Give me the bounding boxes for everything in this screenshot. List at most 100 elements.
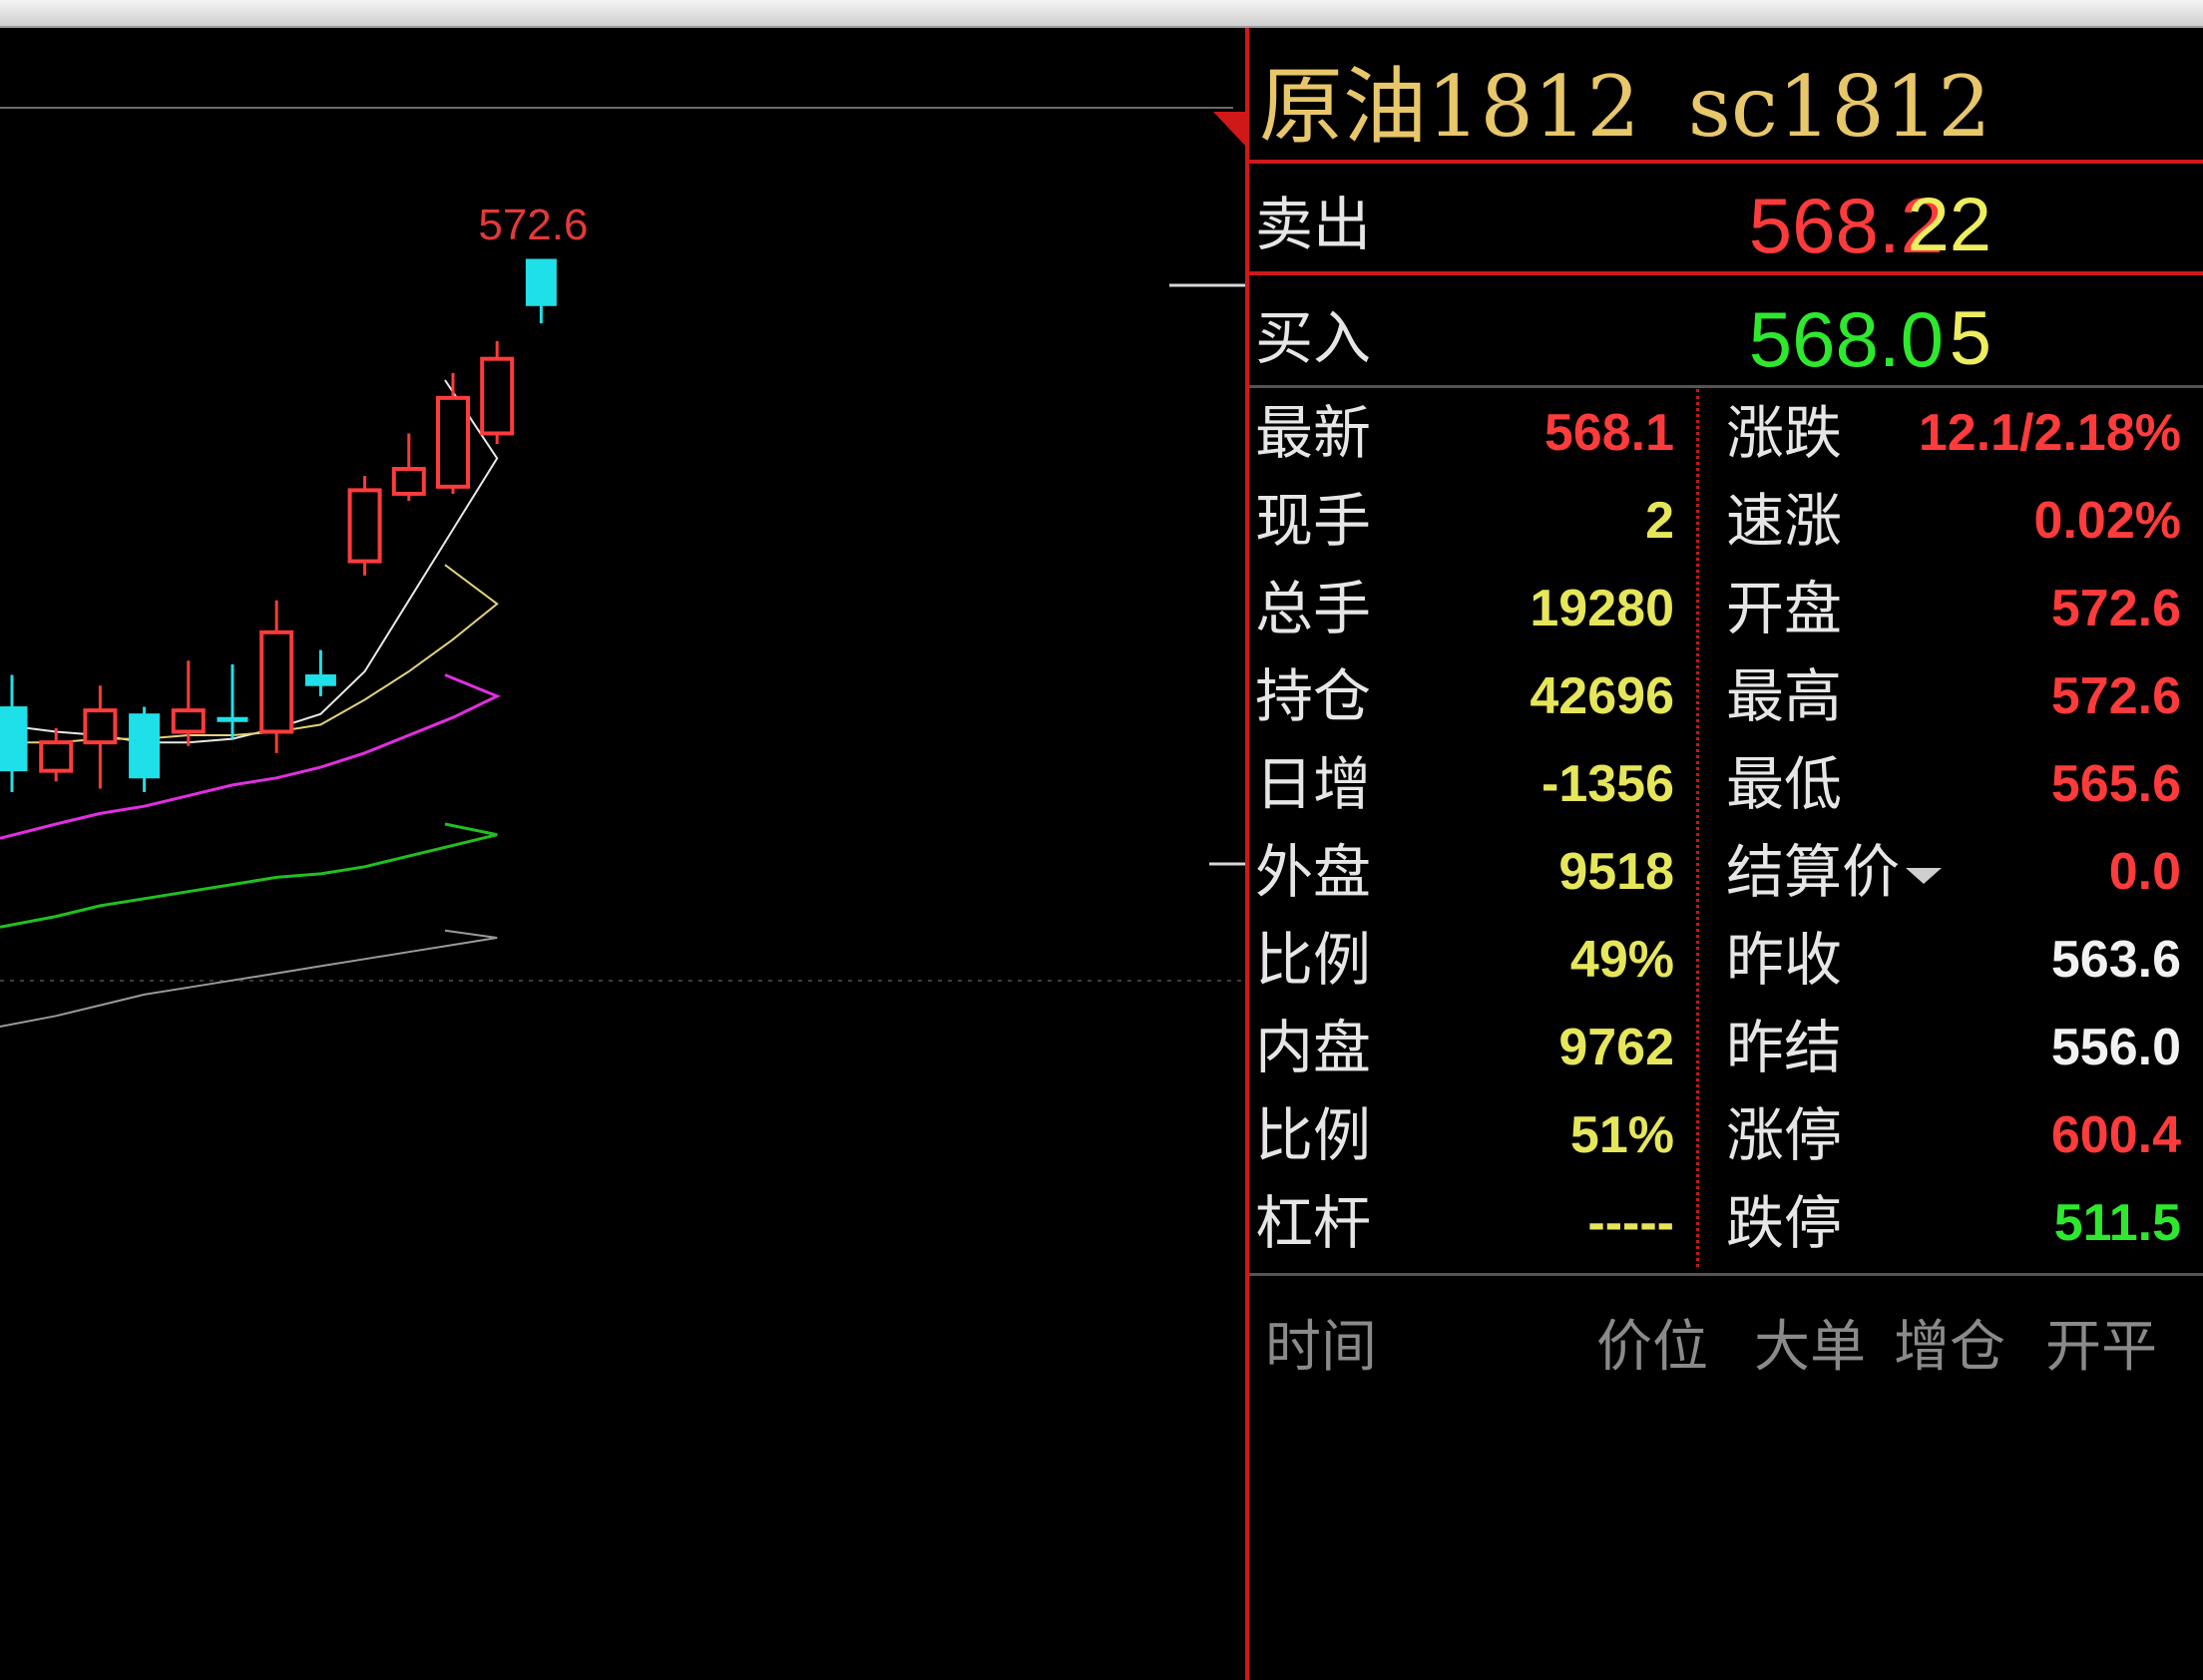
stat-value: 565.6 (2050, 755, 2181, 813)
stat-value: 12.1/2.18% (1918, 404, 2181, 462)
stat-value: ----- (1587, 1194, 1674, 1252)
stat-label: 内盘 (1255, 1014, 1372, 1081)
trades-header: 时间 价位 大单 增仓 开平 (1249, 1303, 2203, 1393)
stat-value: 51% (1569, 1106, 1674, 1164)
candle (525, 258, 557, 324)
stat-label: 最新 (1255, 399, 1372, 467)
candle (129, 706, 161, 792)
stat-row: 总手 19280 开盘 572.6 (1249, 565, 2203, 652)
stat-row: 内盘 9762 昨结 556.0 (1249, 1004, 2203, 1091)
stat-label[interactable]: 结算价 (1726, 828, 1943, 916)
ma-line-ma60 (0, 929, 498, 1028)
candle (0, 674, 28, 792)
stat-value: 0.02% (2033, 492, 2181, 550)
candle (83, 685, 118, 789)
trades-col-big-order[interactable]: 大单 (1754, 1303, 1866, 1393)
stat-label: 速涨 (1726, 487, 1843, 555)
candle-body (391, 467, 426, 496)
candle (171, 660, 206, 746)
candle-body (39, 740, 74, 773)
candle-body (480, 356, 515, 436)
stat-row: 杠杆 ----- 跌停 511.5 (1249, 1179, 2203, 1267)
kline-chart-svg: 572.6 (0, 107, 1245, 1028)
stats-table: 最新 568.1 涨跌 12.1/2.18% 现手 2 速涨 0.02% 总手 19280 开盘 57… (1249, 389, 2203, 1267)
stat-row: 最新 568.1 涨跌 12.1/2.18% (1249, 389, 2203, 477)
stat-label: 外盘 (1255, 838, 1372, 906)
current-price-marker (1213, 112, 1245, 146)
candle (347, 476, 382, 576)
candle-body (436, 395, 470, 489)
trades-col-price[interactable]: 价位 (1596, 1303, 1708, 1393)
stat-value: 572.6 (2050, 580, 2181, 637)
candle-body (129, 713, 161, 779)
candle-body (259, 630, 294, 734)
candle-body (83, 708, 118, 745)
candle-body (171, 708, 206, 734)
stat-value: 556.0 (2050, 1019, 2181, 1076)
divider-line (1249, 160, 2203, 164)
stat-value: 600.4 (2050, 1106, 2181, 1164)
window-top-strip (0, 0, 2203, 28)
stat-value: 2 (1645, 492, 1674, 550)
buy-row[interactable]: 买入 568.0 5 (1249, 283, 2203, 393)
divider-line (1249, 1273, 2203, 1276)
candle (480, 340, 515, 445)
stat-value: 511.5 (2053, 1194, 2181, 1252)
candle-body (304, 674, 336, 686)
stat-label: 最高 (1726, 662, 1843, 730)
stat-label: 比例 (1255, 1101, 1372, 1169)
stat-row: 持仓 42696 最高 572.6 (1249, 652, 2203, 740)
candle (304, 649, 336, 696)
trades-col-open-close[interactable]: 开平 (2045, 1303, 2157, 1393)
stat-label: 持仓 (1255, 662, 1372, 730)
stat-label: 比例 (1255, 926, 1372, 994)
candle-body (217, 716, 248, 722)
ma-line-ma20 (0, 673, 501, 840)
ma-line-ma10 (0, 564, 499, 744)
divider-line (1249, 385, 2203, 388)
candle-body (525, 258, 557, 306)
stat-row: 比例 51% 涨停 600.4 (1249, 1091, 2203, 1179)
stat-row: 现手 2 速涨 0.02% (1249, 477, 2203, 565)
candle (259, 600, 294, 753)
sell-label: 卖出 (1255, 191, 1372, 258)
stat-value: 572.6 (2050, 667, 2181, 725)
stat-value: 9762 (1558, 1019, 1674, 1076)
candle-body (0, 706, 28, 772)
high-price-label: 572.6 (478, 201, 588, 249)
trades-col-oi-change[interactable]: 增仓 (1894, 1303, 2005, 1393)
stat-value: 563.6 (2050, 931, 2181, 989)
candles (0, 258, 557, 792)
ma-line-ma5 (0, 379, 499, 744)
trades-col-time[interactable]: 时间 (1265, 1303, 1377, 1393)
stat-value: -1356 (1542, 755, 1674, 813)
contract-code: sc1812 (1687, 58, 1991, 156)
stat-row: 日增 -1356 最低 565.6 (1249, 740, 2203, 828)
candle (391, 433, 426, 502)
stat-label: 总手 (1255, 575, 1372, 642)
candle-body (347, 488, 382, 564)
candle (39, 727, 74, 782)
stat-label: 日增 (1255, 750, 1372, 818)
quote-panel: 原油1812 sc1812 卖出 568.2 22 买入 568.0 5 最新 56… (1249, 28, 2203, 1680)
stat-row: 比例 49% 昨收 563.6 (1249, 916, 2203, 1004)
ma-line-ma30 (0, 822, 498, 929)
kline-chart[interactable]: 572.6 (0, 28, 1245, 1680)
buy-volume: 5 (1949, 296, 1991, 381)
stat-value: 0.0 (2108, 843, 2181, 901)
stat-value: 49% (1569, 931, 1674, 989)
stat-label: 涨跌 (1726, 399, 1843, 467)
stat-label: 涨停 (1726, 1101, 1843, 1169)
stat-value: 9518 (1558, 843, 1674, 901)
stat-row: 外盘 9518 结算价 0.0 (1249, 828, 2203, 916)
stat-label: 昨结 (1726, 1014, 1843, 1081)
candle (436, 372, 470, 494)
contract-title: 原油1812 sc1812 (1259, 52, 1991, 162)
contract-name: 原油1812 (1259, 58, 1640, 156)
divider-line (1249, 271, 2203, 275)
dropdown-caret-icon[interactable] (1906, 867, 1943, 884)
stat-label: 现手 (1255, 487, 1372, 555)
candle (217, 663, 248, 739)
sell-volume: 22 (1907, 183, 1991, 267)
sell-row[interactable]: 卖出 568.2 22 (1249, 170, 2203, 279)
